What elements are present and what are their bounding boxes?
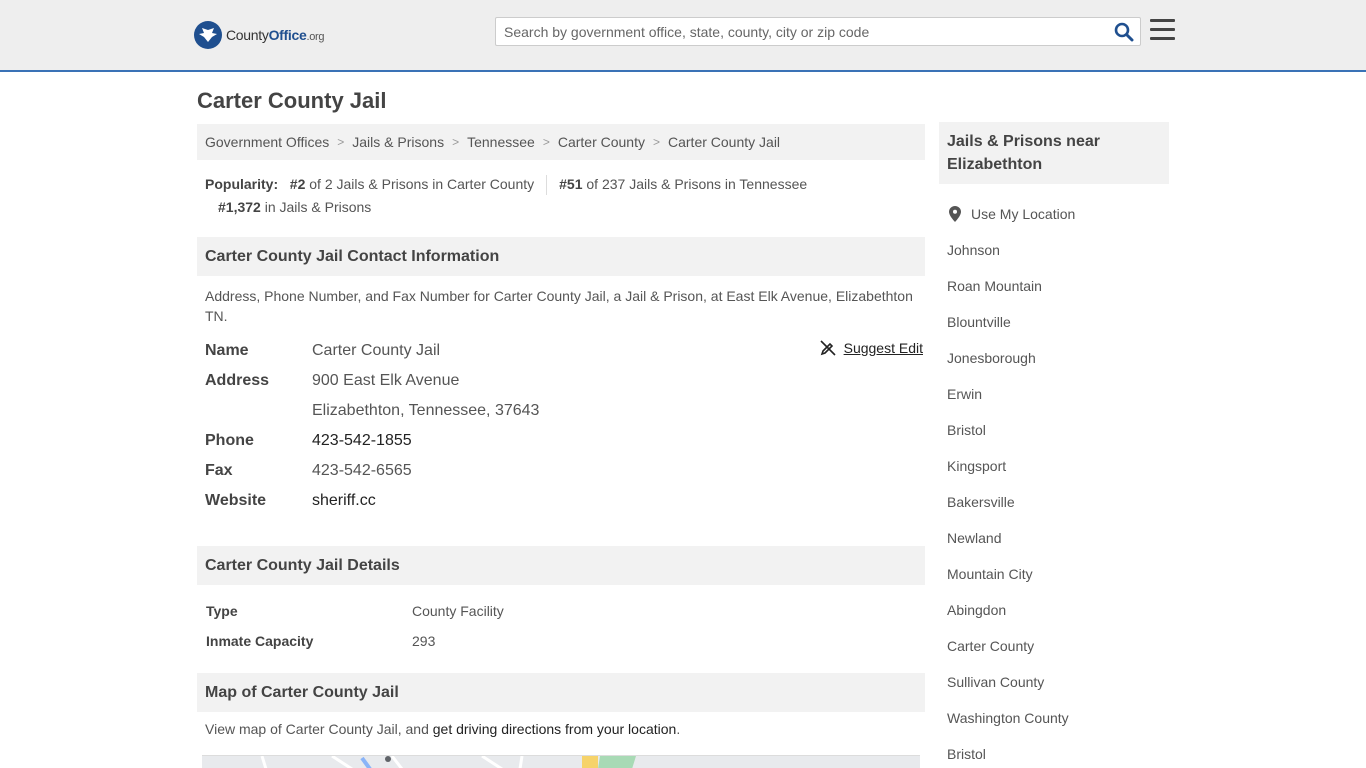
logo-text: CountyOffice.org [226, 27, 325, 43]
contact-info: Suggest Edit Name Carter County Jail Add… [205, 336, 925, 516]
popularity-rank-county-text: of 2 Jails & Prisons in Carter County [309, 176, 535, 192]
contact-description: Address, Phone Number, and Fax Number fo… [205, 288, 913, 324]
search-input[interactable] [496, 18, 1106, 45]
fax-value: 423-542-6565 [312, 462, 412, 479]
contact-row-website: Website sheriff.cc [205, 486, 925, 516]
sidebar-list: Use My Location Johnson Roan Mountain Bl… [947, 196, 1169, 768]
hamburger-menu-icon[interactable] [1150, 19, 1175, 41]
edit-off-icon [820, 340, 836, 356]
sidebar-link-bristol-2[interactable]: Bristol [947, 746, 986, 762]
list-item: Bristol [947, 412, 1169, 448]
popularity-rank-national-text: in Jails & Prisons [264, 199, 372, 215]
contact-heading: Carter County Jail Contact Information [197, 237, 925, 276]
breadcrumb-carter-county-jail[interactable]: Carter County Jail [668, 134, 780, 150]
details-capacity-label: Inmate Capacity [206, 633, 314, 649]
list-item: Bakersville [947, 484, 1169, 520]
sidebar-link-bristol[interactable]: Bristol [947, 422, 986, 438]
breadcrumb-carter-county[interactable]: Carter County [558, 134, 645, 150]
popularity-rank-national: #1,372 [218, 199, 261, 215]
sidebar-link-sullivan-county[interactable]: Sullivan County [947, 674, 1044, 690]
list-item: Blountville [947, 304, 1169, 340]
suggest-edit-link[interactable]: Suggest Edit [820, 340, 923, 356]
sidebar-link-mountain-city[interactable]: Mountain City [947, 566, 1033, 582]
sidebar-link-jonesborough[interactable]: Jonesborough [947, 350, 1036, 366]
popularity-rank-county: #2 [289, 176, 306, 192]
list-item: Johnson [947, 232, 1169, 268]
chevron-right-icon: > [542, 135, 550, 149]
contact-row-address-2: Elizabethton, Tennessee, 37643 [205, 396, 925, 426]
seal-icon [194, 21, 222, 49]
contact-row-phone: Phone 423-542-1855 [205, 426, 925, 456]
list-item: Sullivan County [947, 664, 1169, 700]
list-item: Carter County [947, 628, 1169, 664]
popularity-rank-state-text: of 237 Jails & Prisons in Tennessee [586, 176, 808, 192]
sidebar-link-bakersville[interactable]: Bakersville [947, 494, 1015, 510]
search-icon[interactable] [1114, 22, 1134, 42]
list-item: Bristol [947, 736, 1169, 768]
popularity-label: Popularity: [205, 176, 279, 192]
map-description: View map of Carter County Jail, and get … [205, 721, 681, 737]
popularity-rank-state: #51 [559, 176, 583, 192]
address-line2: Elizabethton, Tennessee, 37643 [312, 402, 540, 419]
address-label: Address [205, 372, 270, 389]
website-link[interactable]: sheriff.cc [312, 492, 376, 509]
use-location-item: Use My Location [947, 196, 1169, 232]
sidebar-link-newland[interactable]: Newland [947, 530, 1001, 546]
top-bar: CountyOffice.org [0, 0, 1366, 72]
sidebar-link-kingsport[interactable]: Kingsport [947, 458, 1006, 474]
use-my-location-link[interactable]: Use My Location [971, 206, 1075, 222]
details-type-label: Type [206, 603, 238, 619]
breadcrumb-tennessee[interactable]: Tennessee [467, 134, 535, 150]
details-type-value: County Facility [412, 603, 504, 619]
page-title: Carter County Jail [197, 88, 387, 113]
sidebar-link-erwin[interactable]: Erwin [947, 386, 982, 402]
sidebar-link-blountville[interactable]: Blountville [947, 314, 1011, 330]
sidebar-link-johnson[interactable]: Johnson [947, 242, 1000, 258]
list-item: Erwin [947, 376, 1169, 412]
list-item: Mountain City [947, 556, 1169, 592]
address-line1: 900 East Elk Avenue [312, 372, 460, 389]
details-heading: Carter County Jail Details [197, 546, 925, 585]
list-item: Jonesborough [947, 340, 1169, 376]
fax-label: Fax [205, 462, 233, 479]
details-capacity-value: 293 [412, 633, 436, 649]
driving-directions-link[interactable]: get driving directions from your locatio… [433, 721, 677, 737]
list-item: Kingsport [947, 448, 1169, 484]
list-item: Abingdon [947, 592, 1169, 628]
search-box [495, 17, 1141, 46]
contact-row-fax: Fax 423-542-6565 [205, 456, 925, 486]
logo[interactable]: CountyOffice.org [194, 20, 325, 50]
chevron-right-icon: > [652, 135, 660, 149]
phone-link[interactable]: 423-542-1855 [312, 432, 412, 449]
divider [546, 174, 548, 195]
contact-row-address: Address 900 East Elk Avenue [205, 366, 925, 396]
table-row: Type County Facility [206, 596, 922, 626]
sidebar-link-abingdon[interactable]: Abingdon [947, 602, 1006, 618]
map[interactable] [202, 755, 920, 768]
phone-label: Phone [205, 432, 254, 449]
map-pin-icon [949, 206, 961, 222]
breadcrumb: Government Offices > Jails & Prisons > T… [197, 124, 925, 160]
details-table: Type County Facility Inmate Capacity 293 [206, 596, 922, 656]
list-item: Washington County [947, 700, 1169, 736]
sidebar-heading: Jails & Prisons near Elizabethton [939, 122, 1169, 184]
sidebar-link-roan-mountain[interactable]: Roan Mountain [947, 278, 1042, 294]
list-item: Roan Mountain [947, 268, 1169, 304]
list-item: Newland [947, 520, 1169, 556]
contact-row-name: Name Carter County Jail [205, 336, 925, 366]
map-heading: Map of Carter County Jail [197, 673, 925, 712]
popularity: Popularity: #2 of 2 Jails & Prisons in C… [205, 173, 925, 219]
breadcrumb-jails-prisons[interactable]: Jails & Prisons [352, 134, 444, 150]
breadcrumb-government-offices[interactable]: Government Offices [205, 134, 329, 150]
chevron-right-icon: > [337, 135, 345, 149]
chevron-right-icon: > [452, 135, 460, 149]
sidebar-link-washington-county[interactable]: Washington County [947, 710, 1069, 726]
sidebar-link-carter-county[interactable]: Carter County [947, 638, 1034, 654]
name-value: Carter County Jail [312, 342, 441, 359]
table-row: Inmate Capacity 293 [206, 626, 922, 656]
name-label: Name [205, 342, 249, 359]
website-label: Website [205, 492, 267, 509]
